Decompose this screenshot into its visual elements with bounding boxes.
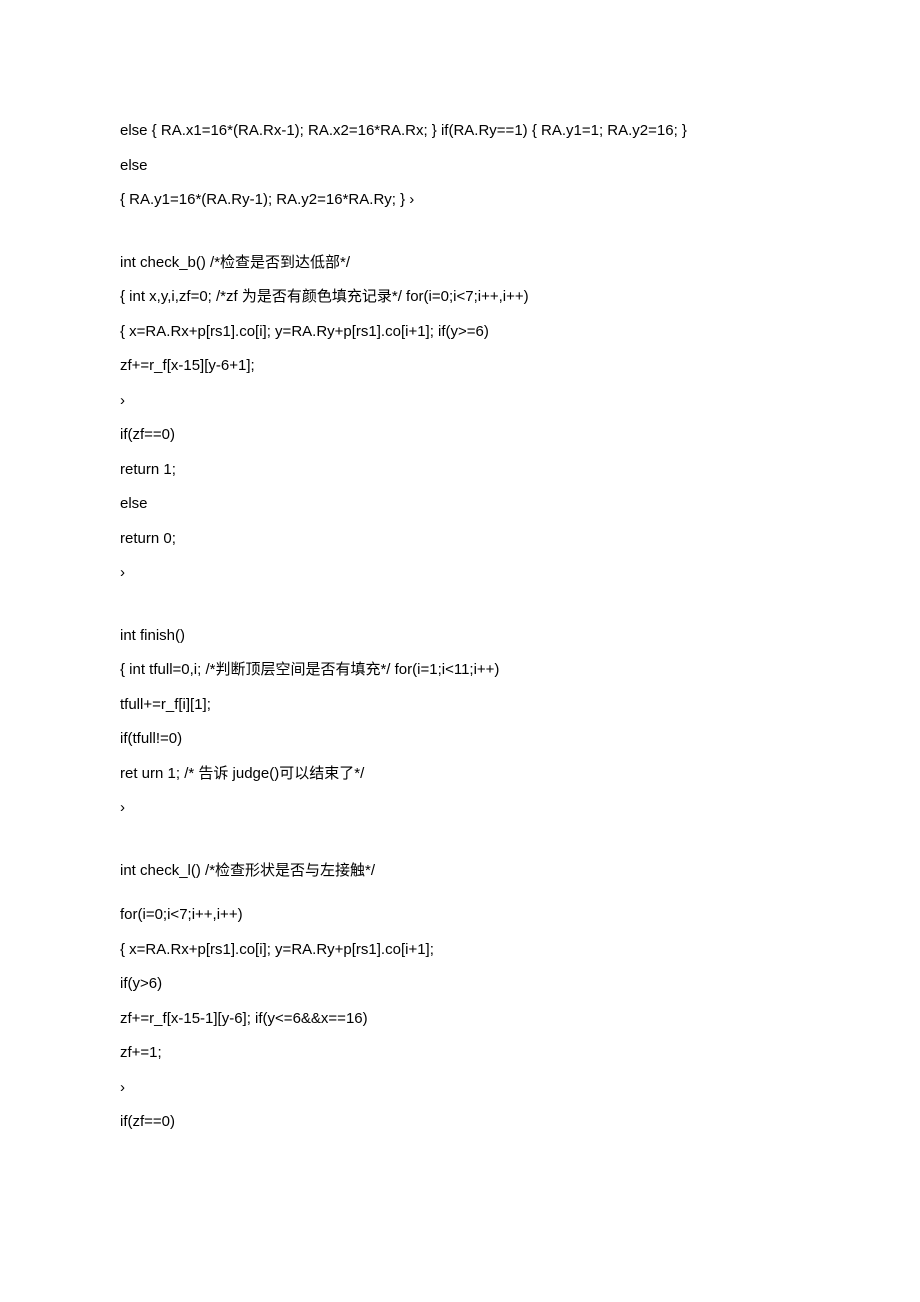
code-line: › [120, 1077, 800, 1100]
code-line: { RA.y1=16*(RA.Ry-1); RA.y2=16*RA.Ry; } … [120, 189, 800, 212]
code-line: else [120, 493, 800, 516]
code-line: for(i=0;i<7;i++,i++) [120, 904, 800, 927]
code-line: if(zf==0) [120, 1111, 800, 1134]
code-line: int finish() [120, 625, 800, 648]
blank-line [120, 894, 800, 904]
code-line: ret urn 1; /* 告诉 judge()可以结束了*/ [120, 763, 800, 786]
blank-line [120, 224, 800, 252]
code-line: › [120, 390, 800, 413]
code-line: { int x,y,i,zf=0; /*zf 为是否有颜色填充记录*/ for(… [120, 286, 800, 309]
code-line: zf+=r_f[x-15][y-6+1]; [120, 355, 800, 378]
code-line: { x=RA.Rx+p[rs1].co[i]; y=RA.Ry+p[rs1].c… [120, 939, 800, 962]
code-line: if(y>6) [120, 973, 800, 996]
code-line: else { RA.x1=16*(RA.Rx-1); RA.x2=16*RA.R… [120, 120, 800, 143]
code-line: zf+=1; [120, 1042, 800, 1065]
code-line: { int tfull=0,i; /*判断顶层空间是否有填充*/ for(i=1… [120, 659, 800, 682]
code-line: if(zf==0) [120, 424, 800, 447]
blank-line [120, 832, 800, 860]
code-line: int check_b() /*检查是否到达低部*/ [120, 252, 800, 275]
code-line: return 1; [120, 459, 800, 482]
code-document: else { RA.x1=16*(RA.Rx-1); RA.x2=16*RA.R… [120, 120, 800, 1134]
code-line: › [120, 562, 800, 585]
code-line: return 0; [120, 528, 800, 551]
code-line: tfull+=r_f[i][1]; [120, 694, 800, 717]
code-line: › [120, 797, 800, 820]
code-line: { x=RA.Rx+p[rs1].co[i]; y=RA.Ry+p[rs1].c… [120, 321, 800, 344]
code-line: int check_l() /*检查形状是否与左接触*/ [120, 860, 800, 883]
code-line: zf+=r_f[x-15-1][y-6]; if(y<=6&&x==16) [120, 1008, 800, 1031]
blank-line [120, 597, 800, 625]
code-line: else [120, 155, 800, 178]
code-line: if(tfull!=0) [120, 728, 800, 751]
